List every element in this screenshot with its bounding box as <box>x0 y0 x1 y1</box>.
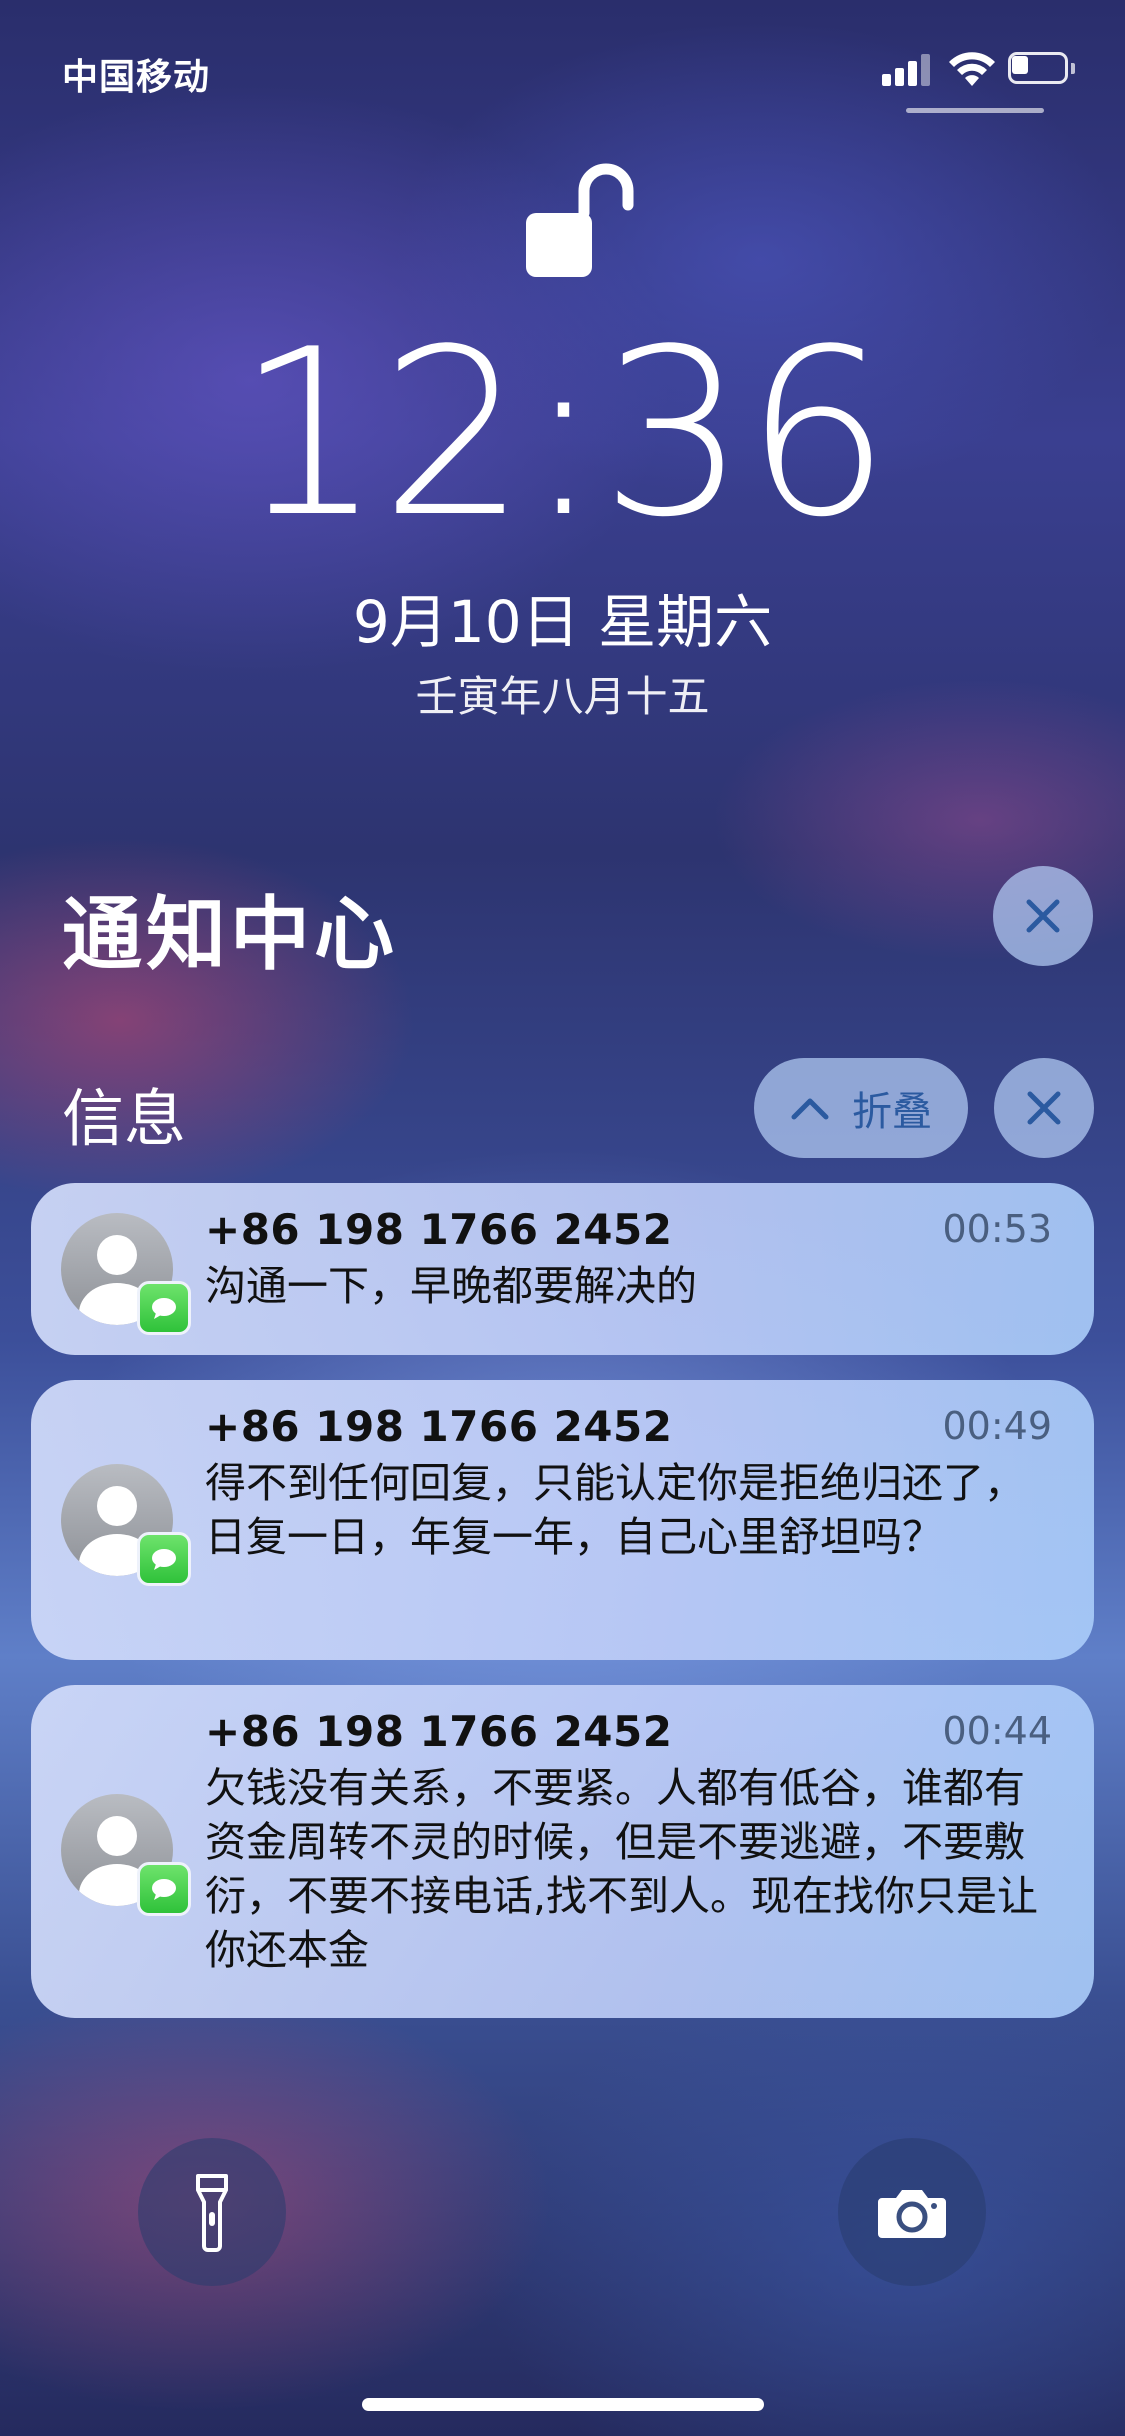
status-bar: 中国移动 <box>0 0 1125 120</box>
carrier-name: 中国移动 <box>62 57 211 98</box>
notification-center-title: 通知中心 <box>62 888 398 981</box>
wifi-icon <box>949 52 995 86</box>
notification-card[interactable]: +86 198 1766 2452 00:53 沟通一下，早晚都要解决的 <box>31 1183 1094 1355</box>
chevron-up-icon <box>791 1098 829 1120</box>
notification-group-title: 信息 <box>62 1082 187 1155</box>
control-center-indicator[interactable] <box>906 108 1044 113</box>
notification-time: 00:44 <box>942 1709 1052 1753</box>
flashlight-icon <box>196 2174 228 2252</box>
unlocked-padlock-icon <box>526 163 634 277</box>
camera-icon <box>878 2190 946 2238</box>
lock-screen-time: 12:36 <box>236 301 891 568</box>
lock-screen-date: 9月10日 星期六 <box>352 588 773 656</box>
notification-body: 得不到任何回复，只能认定你是拒绝归还了，日复一日，年复一年，自己心里舒坦吗？ <box>205 1459 1025 1561</box>
notification-card[interactable]: +86 198 1766 2452 00:49 得不到任何回复，只能认定你是拒绝… <box>31 1380 1094 1660</box>
messages-app-icon <box>137 1532 191 1586</box>
notification-card[interactable]: +86 198 1766 2452 00:44 欠钱没有关系，不要紧。人都有低谷… <box>31 1685 1094 2018</box>
notification-sender: +86 198 1766 2452 <box>205 1707 673 1756</box>
notification-body: 沟通一下，早晚都要解决的 <box>205 1262 697 1310</box>
close-icon <box>1026 899 1060 933</box>
lunar-date: 壬寅年八月十五 <box>415 672 710 721</box>
clear-group-button[interactable] <box>994 1058 1094 1158</box>
clear-all-button[interactable] <box>993 866 1093 966</box>
camera-button[interactable] <box>838 2138 986 2286</box>
notification-sender: +86 198 1766 2452 <box>205 1205 673 1254</box>
collapse-button[interactable]: 折叠 <box>754 1058 968 1158</box>
messages-app-icon <box>137 1862 191 1916</box>
home-indicator[interactable] <box>362 2398 764 2411</box>
notification-sender: +86 198 1766 2452 <box>205 1402 673 1451</box>
notification-time: 00:53 <box>942 1207 1052 1251</box>
flashlight-button[interactable] <box>138 2138 286 2286</box>
notification-time: 00:49 <box>942 1404 1052 1448</box>
battery-icon <box>1008 52 1078 86</box>
cellular-signal-icon <box>882 52 934 86</box>
collapse-label: 折叠 <box>852 1089 932 1135</box>
notification-body: 欠钱没有关系，不要紧。人都有低谷，谁都有资金周转不灵的时候，但是不要逃避，不要敷… <box>205 1764 1039 1974</box>
messages-app-icon <box>137 1281 191 1335</box>
close-icon <box>1027 1091 1061 1125</box>
